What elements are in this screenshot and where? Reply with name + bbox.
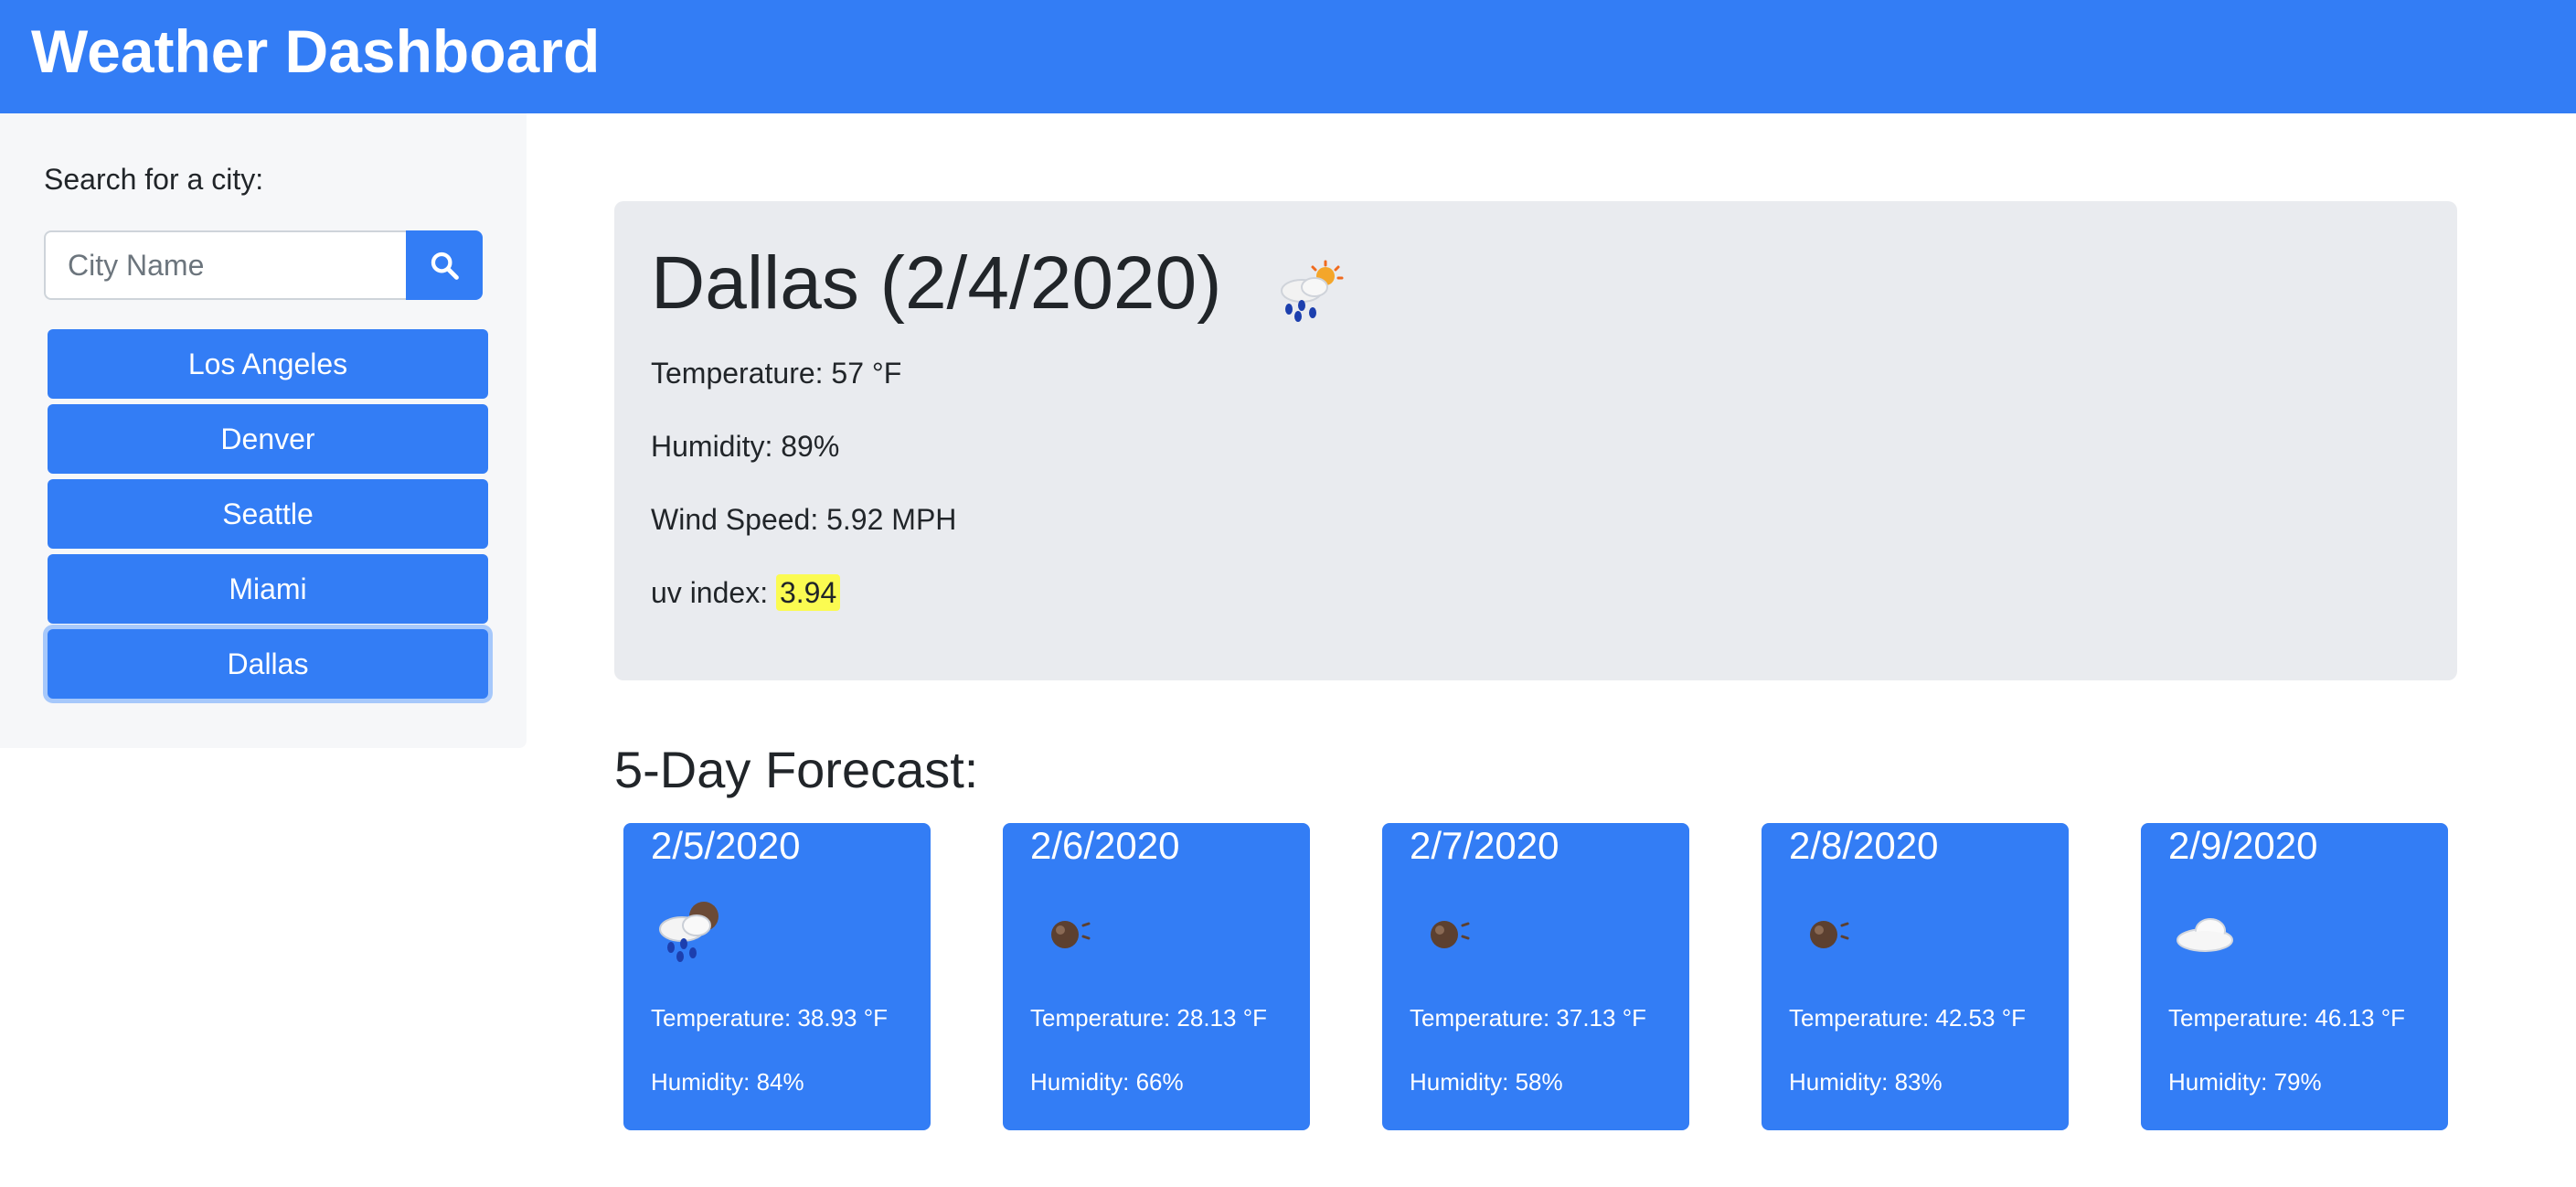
city-button-dallas[interactable]: Dallas <box>48 629 488 699</box>
forecast-temperature: Temperature: 46.13 °F <box>2168 1004 2405 1032</box>
rain-cloud-icon <box>659 902 719 962</box>
forecast-heading: 5-Day Forecast: <box>614 741 979 798</box>
current-wind-speed: Wind Speed: 5.92 MPH <box>651 503 957 536</box>
search-icon <box>431 251 459 280</box>
forecast-humidity: Humidity: 79% <box>2168 1068 2322 1096</box>
forecast-humidity: Humidity: 58% <box>1410 1068 1563 1096</box>
clear-night-icon <box>1810 921 1849 948</box>
rain-sun-icon <box>1281 260 1344 322</box>
sidebar: Search for a city: Los Angeles Denver Se… <box>0 113 527 748</box>
uv-index-badge: 3.94 <box>775 574 841 611</box>
forecast-card: 2/8/2020 Temperature: 42.53 °F Humidity:… <box>1762 823 2069 1130</box>
forecast-temperature: Temperature: 38.93 °F <box>651 1004 888 1032</box>
current-humidity: Humidity: 89% <box>651 430 840 463</box>
search-button[interactable] <box>406 230 483 300</box>
forecast-humidity: Humidity: 66% <box>1030 1068 1184 1096</box>
navbar: Weather Dashboard <box>0 0 2576 113</box>
current-temperature: Temperature: 57 °F <box>651 357 902 390</box>
current-weather-panel: Dallas (2/4/2020) Temperature: 57 °F Hum… <box>614 201 2457 680</box>
uv-index-label: uv index: <box>651 576 776 609</box>
city-button-denver[interactable]: Denver <box>48 404 488 474</box>
forecast-card: 2/6/2020 Temperature: 28.13 °F Humidity:… <box>1003 823 1310 1130</box>
forecast-date: 2/5/2020 <box>651 824 801 867</box>
app-title: Weather Dashboard <box>31 17 601 85</box>
forecast-humidity: Humidity: 84% <box>651 1068 804 1096</box>
cloud-icon <box>2177 918 2233 952</box>
current-city-title: Dallas (2/4/2020) <box>651 241 1222 325</box>
forecast-card: 2/9/2020 Temperature: 46.13 °F Humidity:… <box>2141 823 2448 1130</box>
forecast-temperature: Temperature: 42.53 °F <box>1789 1004 2026 1032</box>
search-label: Search for a city: <box>44 163 264 196</box>
search-group <box>44 230 483 300</box>
forecast-card: 2/5/2020 Temperature: 38.93 °F Humidity:… <box>623 823 931 1130</box>
city-history-list: Los Angeles Denver Seattle Miami Dallas <box>48 329 488 704</box>
clear-night-icon <box>1431 921 1470 948</box>
city-button-seattle[interactable]: Seattle <box>48 479 488 549</box>
forecast-date: 2/6/2020 <box>1030 824 1180 867</box>
forecast-card: 2/7/2020 Temperature: 37.13 °F Humidity:… <box>1382 823 1689 1130</box>
city-button-los-angeles[interactable]: Los Angeles <box>48 329 488 399</box>
city-button-miami[interactable]: Miami <box>48 554 488 624</box>
forecast-temperature: Temperature: 37.13 °F <box>1410 1004 1646 1032</box>
forecast-temperature: Temperature: 28.13 °F <box>1030 1004 1267 1032</box>
city-search-input[interactable] <box>44 230 406 300</box>
forecast-date: 2/9/2020 <box>2168 824 2318 867</box>
forecast-date: 2/7/2020 <box>1410 824 1559 867</box>
current-uv-index: uv index: 3.94 <box>651 574 841 611</box>
forecast-date: 2/8/2020 <box>1789 824 1939 867</box>
forecast-humidity: Humidity: 83% <box>1789 1068 1943 1096</box>
clear-night-icon <box>1051 921 1091 948</box>
